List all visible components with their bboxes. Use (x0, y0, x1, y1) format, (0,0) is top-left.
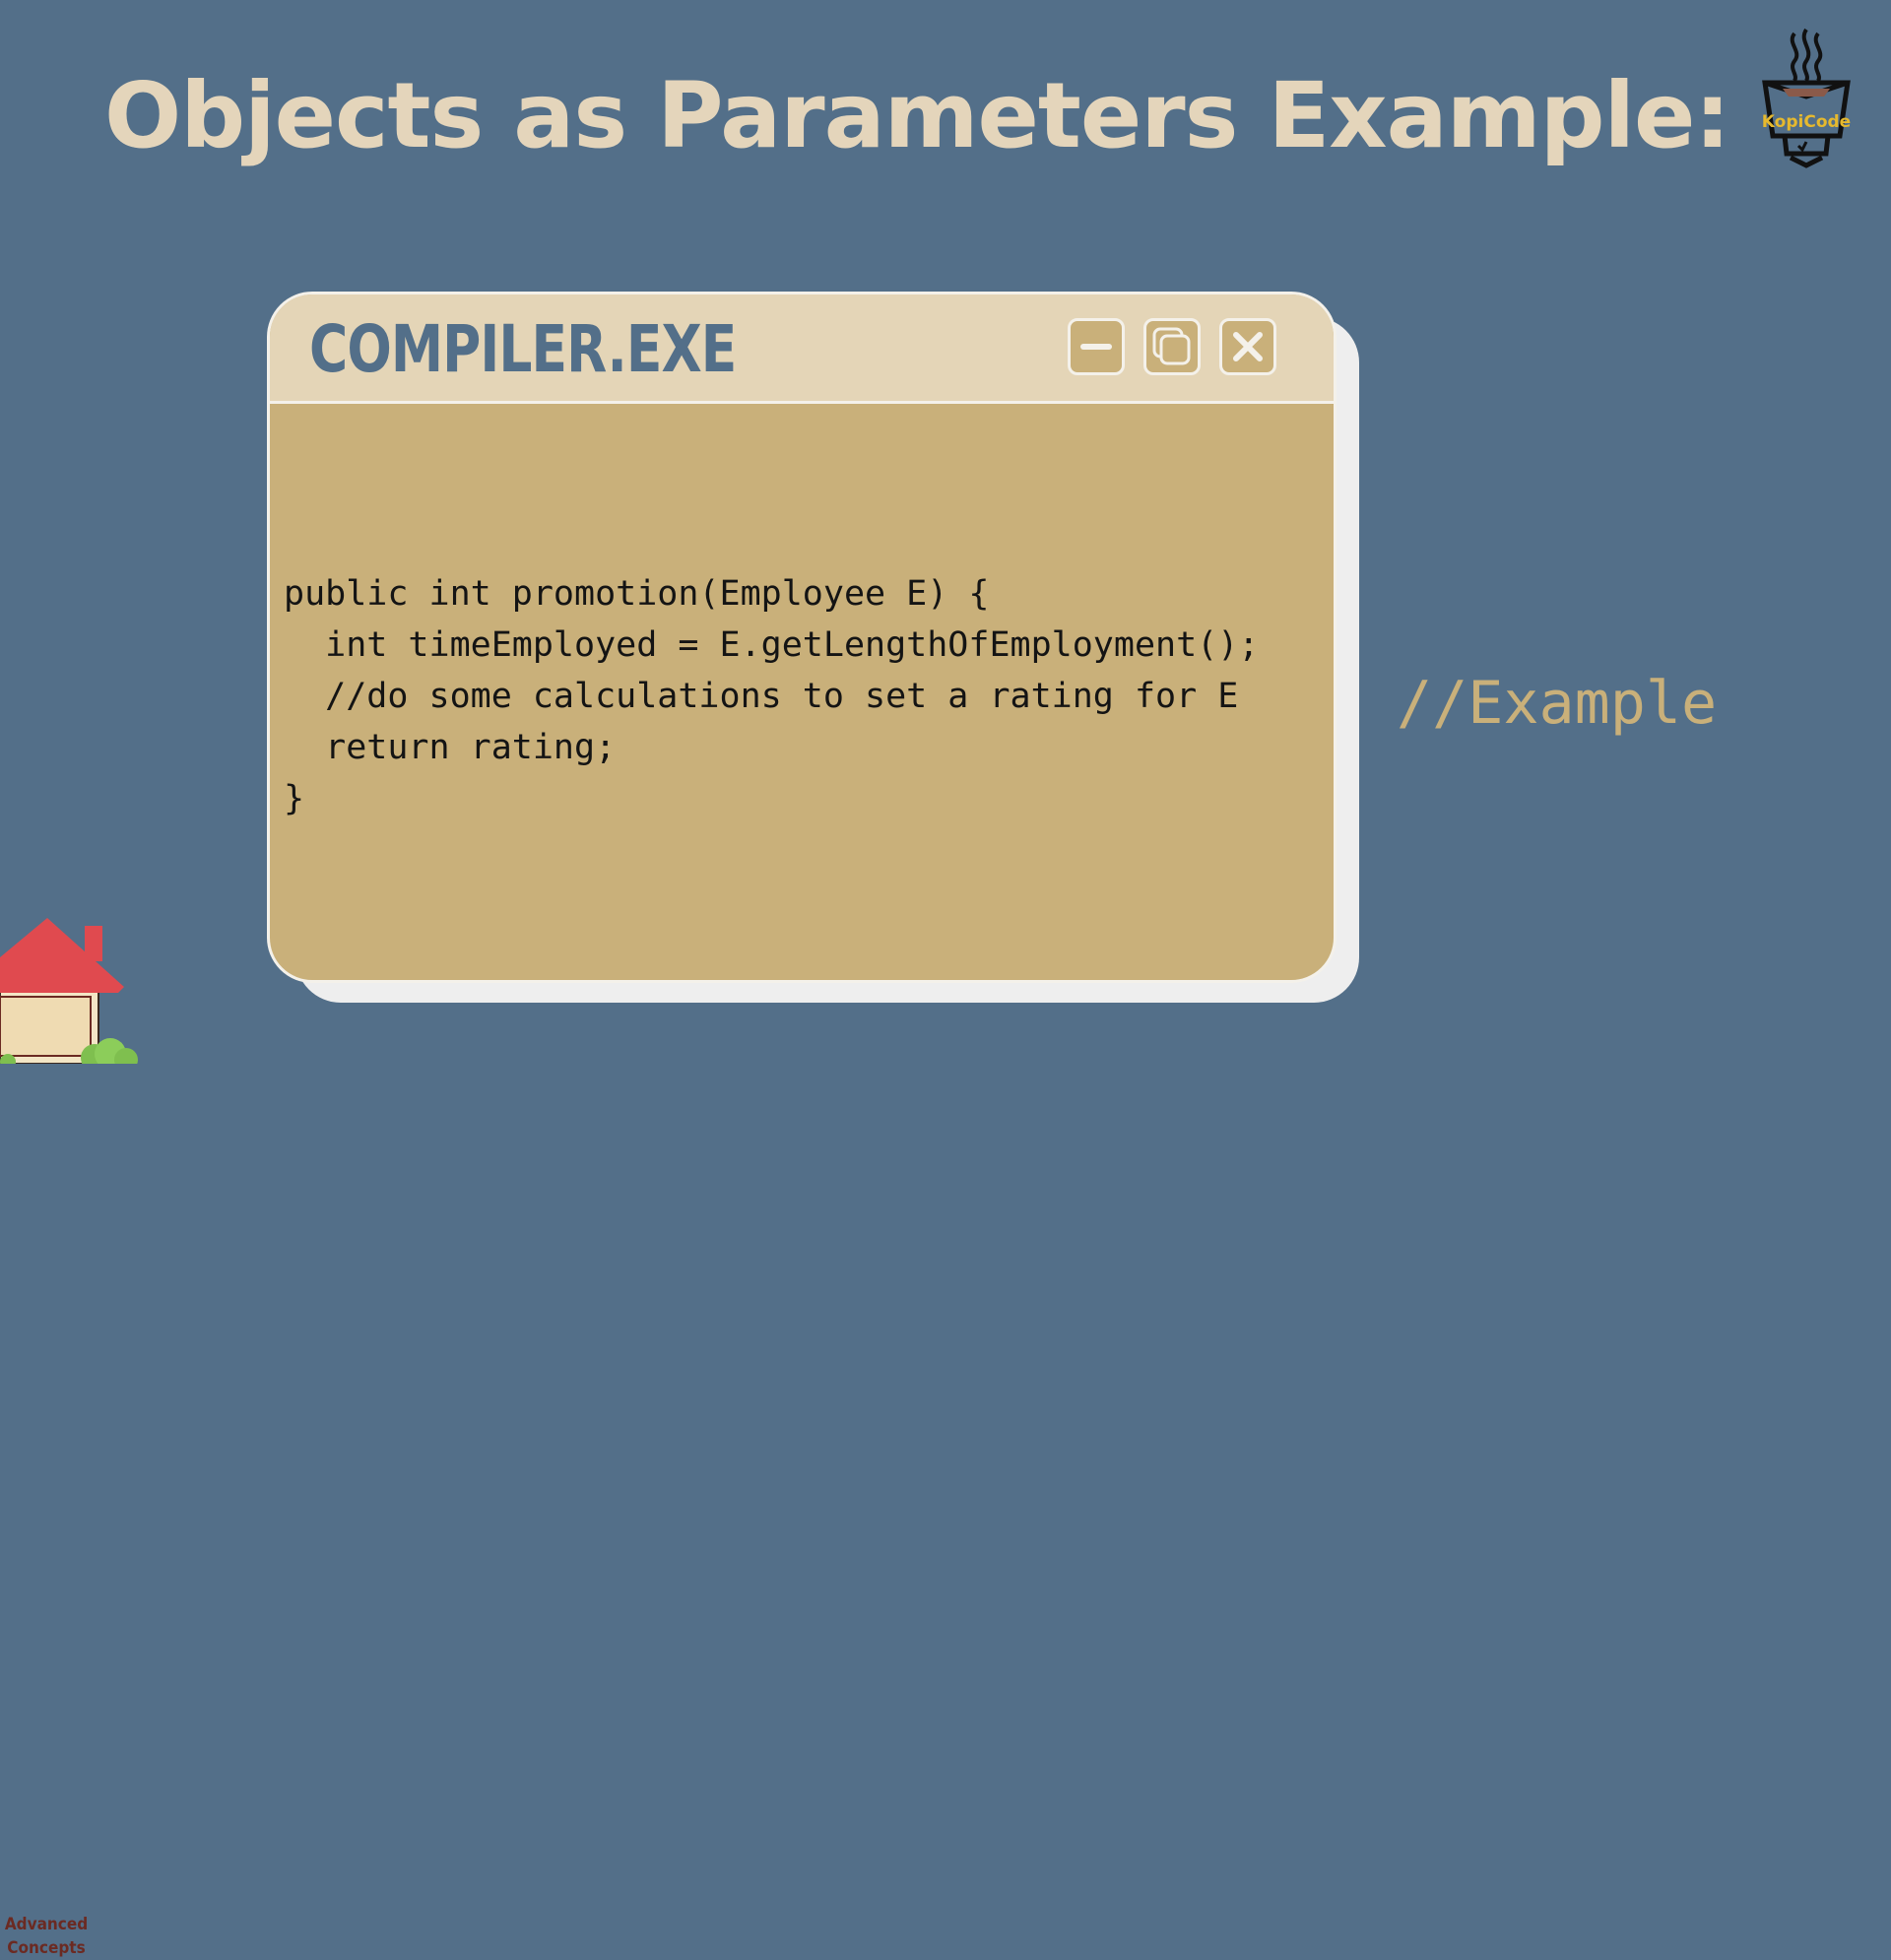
home-badge-line: Advanced (4, 1915, 89, 1934)
compiler-window: COMPILER.EXE public int promotion(Employ… (267, 292, 1337, 983)
home-badge-label: Advanced Concepts (2, 1913, 91, 1960)
house-icon (0, 918, 138, 1072)
logo-text: KopiCode (1761, 112, 1852, 132)
home-badge-line: Concepts (7, 1938, 86, 1958)
coffee-cup-icon (1762, 28, 1851, 168)
close-icon (1233, 332, 1263, 361)
code-line: return rating; (284, 728, 617, 767)
window-titlebar[interactable]: COMPILER.EXE (270, 294, 1334, 404)
code-line: int timeEmployed = E.getLengthOfEmployme… (284, 625, 1260, 665)
code-line: public int promotion(Employee E) { (284, 574, 990, 614)
code-line: } (284, 779, 305, 818)
page-title: Objects as Parameters Example: (104, 63, 1730, 168)
close-button[interactable] (1219, 318, 1276, 375)
restore-button[interactable] (1143, 318, 1201, 375)
advanced-concepts-home-button[interactable]: Advanced Concepts (0, 914, 148, 1958)
kopicode-logo: KopiCode (1751, 26, 1861, 183)
restore-icon (1152, 327, 1191, 365)
minimize-icon (1080, 344, 1112, 350)
example-comment: //Example (1397, 669, 1718, 738)
window-title: COMPILER.EXE (309, 311, 737, 387)
code-block: public int promotion(Employee E) { int t… (284, 568, 1334, 824)
minimize-button[interactable] (1068, 318, 1125, 375)
code-line: //do some calculations to set a rating f… (284, 677, 1239, 716)
